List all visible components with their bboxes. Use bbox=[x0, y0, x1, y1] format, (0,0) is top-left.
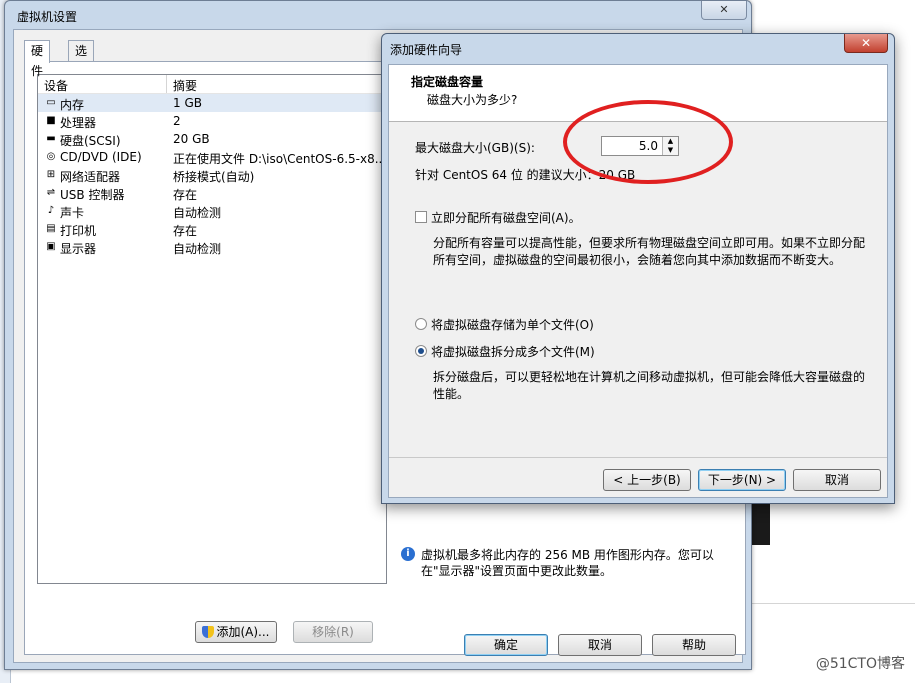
device-summary: 自动检测 bbox=[173, 206, 222, 220]
device-name: 打印机 bbox=[60, 224, 97, 238]
column-device: 设备 bbox=[44, 79, 69, 93]
allocate-desc-2: 所有空间，虚拟磁盘的空间最初很小，会随着您向其中添加数据而不断变大。 bbox=[433, 253, 842, 267]
next-button[interactable]: 下一步(N) > bbox=[698, 469, 786, 491]
remove-button[interactable]: 移除(R) bbox=[293, 621, 373, 643]
memory-info-text-1: 虚拟机最多将此内存的 256 MB 用作图形内存。您可以 bbox=[421, 548, 714, 562]
device-row[interactable]: ▬ 硬盘(SCSI) 20 GB bbox=[38, 130, 386, 148]
device-row[interactable]: ▤ 打印机 存在 bbox=[38, 220, 386, 238]
cdrom-icon: ◎ bbox=[46, 151, 56, 162]
multi-file-radio[interactable] bbox=[415, 345, 427, 357]
device-name: 硬盘(SCSI) bbox=[60, 134, 121, 148]
device-list: 设备 摘要 ▭ 内存 1 GB ■ 处理器 2 ▬ 硬盘(SCSI) 20 GB ◎ CD/DVD … bbox=[37, 74, 387, 584]
tab-hardware[interactable]: 硬件 bbox=[24, 40, 51, 78]
device-row[interactable]: ⇌ USB 控制器 存在 bbox=[38, 184, 386, 202]
device-name: 声卡 bbox=[60, 206, 85, 220]
device-row[interactable]: ■ 处理器 2 bbox=[38, 112, 386, 130]
device-row[interactable]: ▭ 内存 1 GB bbox=[38, 94, 386, 112]
device-summary: 桥接模式(自动) bbox=[173, 170, 255, 184]
wizard-heading: 指定磁盘容量 bbox=[411, 75, 484, 89]
allocate-all-label[interactable]: 立即分配所有磁盘空间(A)。 bbox=[431, 209, 581, 226]
network-icon: ⊞ bbox=[46, 169, 56, 180]
device-name: USB 控制器 bbox=[60, 188, 125, 202]
ok-button[interactable]: 确定 bbox=[464, 634, 548, 656]
device-summary: 自动检测 bbox=[173, 242, 222, 256]
window-close-button[interactable]: ✕ bbox=[701, 1, 747, 20]
device-summary: 存在 bbox=[173, 224, 198, 238]
device-name: CD/DVD (IDE) bbox=[60, 150, 142, 164]
device-summary: 存在 bbox=[173, 188, 198, 202]
single-file-label[interactable]: 将虚拟磁盘存储为单个文件(O) bbox=[431, 316, 594, 333]
usb-icon: ⇌ bbox=[46, 187, 56, 198]
info-icon: i bbox=[401, 547, 415, 561]
device-summary: 1 GB bbox=[173, 96, 202, 110]
red-annotation-circle bbox=[563, 100, 733, 184]
memory-icon: ▭ bbox=[46, 97, 56, 108]
device-row[interactable]: ▣ 显示器 自动检测 bbox=[38, 238, 386, 256]
multi-desc-2: 性能。 bbox=[433, 387, 470, 401]
multi-file-label[interactable]: 将虚拟磁盘拆分成多个文件(M) bbox=[431, 343, 595, 360]
sound-icon: ♪ bbox=[47, 205, 55, 216]
harddisk-icon: ▬ bbox=[46, 133, 56, 144]
back-button[interactable]: < 上一步(B) bbox=[603, 469, 691, 491]
display-icon: ▣ bbox=[46, 241, 56, 252]
wizard-close-button[interactable]: ✕ bbox=[844, 34, 888, 53]
window-title: 虚拟机设置 bbox=[17, 10, 78, 24]
wizard-divider bbox=[389, 457, 887, 458]
help-button[interactable]: 帮助 bbox=[652, 634, 736, 656]
device-name: 处理器 bbox=[60, 116, 97, 130]
device-name: 网络适配器 bbox=[60, 170, 121, 184]
processor-icon: ■ bbox=[46, 115, 56, 126]
wizard-title: 添加硬件向导 bbox=[390, 43, 463, 57]
wizard-cancel-button[interactable]: 取消 bbox=[793, 469, 881, 491]
add-button[interactable]: 添加(A)... bbox=[195, 621, 277, 643]
shield-icon bbox=[202, 626, 215, 638]
cancel-button[interactable]: 取消 bbox=[558, 634, 642, 656]
device-summary: 20 GB bbox=[173, 132, 210, 146]
multi-desc-1: 拆分磁盘后，可以更轻松地在计算机之间移动虚拟机，但可能会降低大容量磁盘的 bbox=[433, 370, 866, 384]
allocate-desc-1: 分配所有容量可以提高性能，但要求所有物理磁盘空间立即可用。如果不立即分配 bbox=[433, 236, 866, 250]
single-file-radio[interactable] bbox=[415, 318, 427, 330]
column-summary: 摘要 bbox=[173, 79, 198, 93]
device-name: 内存 bbox=[60, 98, 85, 112]
background-divider bbox=[752, 603, 915, 604]
printer-icon: ▤ bbox=[46, 223, 56, 234]
watermark: @51CTO博客 bbox=[815, 656, 905, 672]
device-summary: 正在使用文件 D:\iso\CentOS-6.5-x8... bbox=[173, 152, 383, 166]
allocate-all-checkbox[interactable] bbox=[415, 211, 427, 223]
wizard-subheading: 磁盘大小为多少? bbox=[427, 93, 518, 107]
device-list-header: 设备 摘要 bbox=[38, 75, 386, 94]
device-name: 显示器 bbox=[60, 242, 97, 256]
device-row[interactable]: ♪ 声卡 自动检测 bbox=[38, 202, 386, 220]
device-summary: 2 bbox=[173, 114, 181, 128]
device-row[interactable]: ◎ CD/DVD (IDE) 正在使用文件 D:\iso\CentOS-6.5-x8… bbox=[38, 148, 386, 166]
memory-info-text-2: 在"显示器"设置页面中更改此数量。 bbox=[421, 564, 613, 578]
tab-options[interactable]: 选项 bbox=[68, 40, 95, 78]
max-size-label: 最大磁盘大小(GB)(S): bbox=[415, 141, 535, 155]
device-row[interactable]: ⊞ 网络适配器 桥接模式(自动) bbox=[38, 166, 386, 184]
